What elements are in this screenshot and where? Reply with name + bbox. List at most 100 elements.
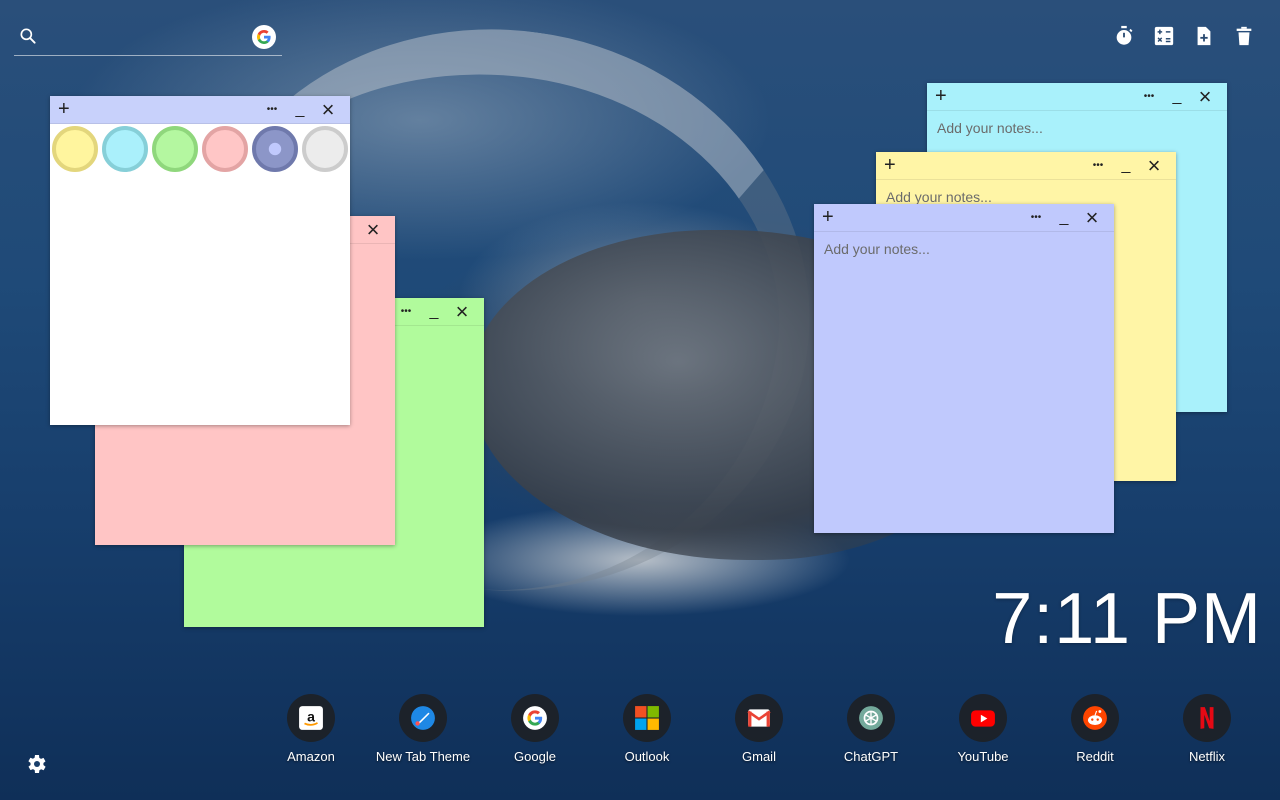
plus-icon: +	[935, 85, 947, 107]
close-icon: ×	[321, 96, 335, 122]
close-button[interactable]: ×	[314, 96, 342, 122]
trash-icon	[1236, 26, 1252, 46]
google-search-icon[interactable]	[252, 25, 276, 49]
google-icon	[523, 706, 547, 730]
more-options-button[interactable]: •••	[392, 300, 420, 324]
clock: 7:11 PM	[992, 579, 1262, 659]
shortcut-dock: a Amazon New Tab Theme Google Outlook Gm…	[255, 694, 1267, 764]
shortcut-amazon[interactable]: a Amazon	[255, 694, 367, 764]
shortcut-label: Google	[514, 749, 556, 764]
add-note-button[interactable]: +	[935, 85, 951, 109]
more-icon: •••	[1030, 212, 1042, 223]
color-swatch-green[interactable]	[152, 126, 198, 172]
more-options-button[interactable]: •••	[1135, 85, 1163, 109]
shortcut-google[interactable]: Google	[479, 694, 591, 764]
gmail-icon	[747, 709, 771, 727]
more-icon: •••	[1092, 160, 1104, 171]
new-tab-theme-icon	[411, 706, 435, 730]
minimize-button[interactable]: _	[420, 300, 448, 324]
shortcut-new-tab-theme[interactable]: New Tab Theme	[367, 694, 479, 764]
sticky-note-blue[interactable]: + ••• _ ×	[814, 204, 1114, 533]
color-swatch-gray[interactable]	[302, 126, 348, 172]
add-note-icon	[1197, 26, 1211, 46]
shortcut-circle	[959, 694, 1007, 742]
netflix-icon	[1200, 707, 1214, 729]
close-icon: ×	[1147, 152, 1161, 178]
color-swatch-pink[interactable]	[202, 126, 248, 172]
more-options-button[interactable]: •••	[258, 98, 286, 122]
shortcut-reddit[interactable]: Reddit	[1039, 694, 1151, 764]
shortcut-outlook[interactable]: Outlook	[591, 694, 703, 764]
shortcut-circle	[1183, 694, 1231, 742]
shortcut-netflix[interactable]: Netflix	[1151, 694, 1263, 764]
shortcut-label: Reddit	[1076, 749, 1114, 764]
shortcut-label: New Tab Theme	[375, 749, 471, 764]
search-input[interactable]	[44, 26, 244, 48]
search-bar	[14, 24, 282, 56]
amazon-icon: a	[299, 706, 323, 730]
shortcut-circle	[735, 694, 783, 742]
timer-button[interactable]	[1112, 24, 1136, 48]
add-note-button[interactable]: +	[884, 154, 900, 178]
more-options-button[interactable]: •••	[1022, 206, 1050, 230]
gear-icon[interactable]	[24, 752, 48, 776]
youtube-icon	[971, 710, 995, 727]
close-button[interactable]: ×	[1191, 84, 1219, 109]
color-palette	[50, 124, 350, 172]
minimize-icon: _	[1121, 156, 1131, 174]
minimize-icon: _	[1059, 208, 1069, 226]
note-header[interactable]: + ••• _ ×	[876, 152, 1176, 180]
minimize-button[interactable]: _	[1163, 85, 1191, 109]
close-icon: ×	[455, 298, 469, 324]
shortcut-label: ChatGPT	[843, 749, 899, 764]
shortcut-label: YouTube	[957, 749, 1009, 764]
calculator-button[interactable]	[1152, 24, 1176, 48]
reddit-icon	[1083, 706, 1107, 730]
color-swatch-yellow[interactable]	[52, 126, 98, 172]
shortcut-label: Gmail	[742, 749, 776, 764]
shortcut-circle	[1071, 694, 1119, 742]
calculator-icon	[1154, 26, 1174, 46]
shortcut-chatgpt[interactable]: ChatGPT	[815, 694, 927, 764]
close-button[interactable]: ×	[1078, 204, 1106, 230]
timer-icon	[1116, 25, 1133, 45]
outlook-icon	[635, 706, 659, 730]
shortcut-gmail[interactable]: Gmail	[703, 694, 815, 764]
plus-icon: +	[58, 98, 70, 120]
chatgpt-icon	[859, 706, 883, 730]
minimize-button[interactable]: _	[1050, 206, 1078, 230]
add-note-button[interactable]: +	[58, 98, 74, 122]
more-icon: •••	[1143, 91, 1155, 102]
more-options-button[interactable]: •••	[1084, 154, 1112, 178]
note-textarea[interactable]	[814, 232, 1114, 533]
minimize-button[interactable]: _	[1112, 154, 1140, 178]
color-swatch-cyan[interactable]	[102, 126, 148, 172]
note-header[interactable]: + ••• _ ×	[927, 83, 1227, 111]
color-swatch-periwinkle-selected[interactable]	[252, 126, 298, 172]
shortcut-circle	[511, 694, 559, 742]
minimize-icon: _	[429, 302, 439, 320]
add-note-button[interactable]: +	[822, 206, 838, 230]
close-icon: ×	[366, 216, 380, 242]
close-button[interactable]: ×	[448, 298, 476, 324]
toolbar	[1112, 24, 1256, 48]
close-icon: ×	[1085, 204, 1099, 230]
add-note-button[interactable]	[1192, 24, 1216, 48]
trash-button[interactable]	[1232, 24, 1256, 48]
sticky-note-white[interactable]: + ••• _ ×	[50, 96, 350, 425]
more-icon: •••	[266, 104, 278, 115]
shortcut-label: Outlook	[624, 749, 670, 764]
minimize-button[interactable]: _	[286, 98, 314, 122]
shortcut-youtube[interactable]: YouTube	[927, 694, 1039, 764]
note-header[interactable]: + ••• _ ×	[814, 204, 1114, 232]
search-icon[interactable]	[18, 26, 38, 46]
plus-icon: +	[884, 154, 896, 176]
minimize-icon: _	[295, 100, 305, 118]
shortcut-circle	[399, 694, 447, 742]
svg-text:a: a	[307, 708, 315, 724]
note-header[interactable]: + ••• _ ×	[50, 96, 350, 124]
minimize-icon: _	[1172, 87, 1182, 105]
close-button[interactable]: ×	[359, 216, 387, 242]
more-icon: •••	[400, 306, 412, 317]
close-button[interactable]: ×	[1140, 152, 1168, 178]
